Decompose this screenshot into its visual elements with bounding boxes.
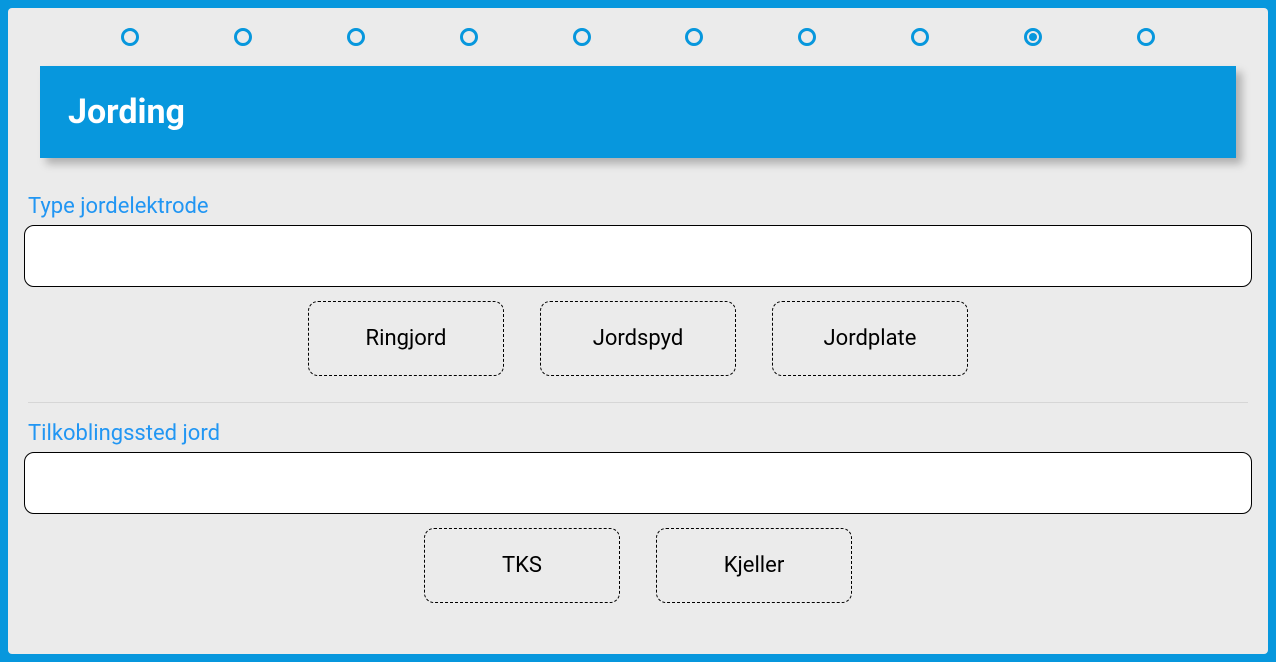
options-type-elektrode: Ringjord Jordspyd Jordplate <box>24 301 1252 376</box>
section-title: Jording <box>68 92 1208 132</box>
option-kjeller[interactable]: Kjeller <box>656 528 852 603</box>
step-indicator-9[interactable] <box>1024 28 1042 46</box>
stepper <box>24 28 1252 66</box>
step-indicator-4[interactable] <box>460 28 478 46</box>
section-header: Jording <box>40 66 1236 158</box>
step-indicator-10[interactable] <box>1137 28 1155 46</box>
step-indicator-3[interactable] <box>347 28 365 46</box>
field-label-tilkoblingssted: Tilkoblingssted jord <box>24 421 1252 446</box>
step-indicator-5[interactable] <box>573 28 591 46</box>
step-indicator-6[interactable] <box>685 28 703 46</box>
step-indicator-7[interactable] <box>798 28 816 46</box>
input-type-elektrode[interactable] <box>24 225 1252 287</box>
field-tilkoblingssted: Tilkoblingssted jord TKS Kjeller <box>24 421 1252 603</box>
field-type-elektrode: Type jordelektrode Ringjord Jordspyd Jor… <box>24 194 1252 376</box>
input-tilkoblingssted[interactable] <box>24 452 1252 514</box>
option-ringjord[interactable]: Ringjord <box>308 301 504 376</box>
field-label-type-elektrode: Type jordelektrode <box>24 194 1252 219</box>
option-jordplate[interactable]: Jordplate <box>772 301 968 376</box>
step-indicator-8[interactable] <box>911 28 929 46</box>
option-jordspyd[interactable]: Jordspyd <box>540 301 736 376</box>
step-indicator-2[interactable] <box>234 28 252 46</box>
options-tilkoblingssted: TKS Kjeller <box>24 528 1252 603</box>
option-tks[interactable]: TKS <box>424 528 620 603</box>
divider <box>28 402 1248 403</box>
step-indicator-1[interactable] <box>121 28 139 46</box>
form-container: Jording Type jordelektrode Ringjord Jord… <box>8 8 1268 654</box>
